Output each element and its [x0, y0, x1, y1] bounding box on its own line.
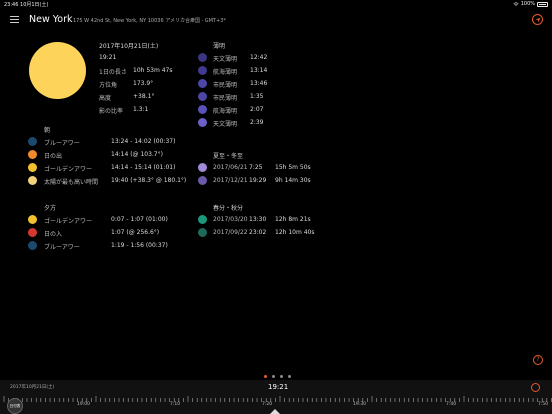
equinox-duration: 12h 10m 40s: [275, 229, 315, 236]
morning-dot: [28, 137, 37, 146]
morning-value: 19:40 (+38.3° @ 180.1°): [111, 177, 187, 184]
evening-label: 日の入: [44, 231, 63, 238]
morning-dot: [28, 176, 37, 185]
nav-bar: New York 175 W 42nd St, New York, NY 100…: [0, 8, 552, 32]
morning-value: 14:14 - 15:14 (01:01): [111, 164, 176, 171]
equinox-date: 2017/09/22: [213, 229, 248, 236]
evening-value: 1:07 (@ 256.6°): [111, 229, 160, 236]
battery-percent: 100%: [520, 1, 535, 7]
twilight-dot: [198, 53, 207, 62]
twilight-label: 天文薄明: [213, 121, 238, 128]
twilight-title: 薄明: [213, 43, 226, 50]
page-indicator[interactable]: [264, 375, 291, 378]
sun-icon: [29, 42, 86, 99]
timeline-current-time: 19:21: [268, 383, 289, 391]
twilight-value: 13:14: [250, 67, 268, 74]
twilight-value: 2:07: [250, 106, 264, 113]
morning-label: ブルーアワー: [44, 140, 80, 147]
info-label: 影の比率: [99, 108, 124, 115]
twilight-label: 市民薄明: [213, 82, 238, 89]
solstice-dot: [198, 163, 207, 172]
evening-value: 1:19 - 1:56 (00:37): [111, 242, 168, 249]
morning-value: 14:14 (@ 103.7°): [111, 151, 163, 158]
evening-dot: [28, 241, 37, 250]
twilight-dot: [198, 118, 207, 127]
timeline-tick-label: 7:20: [262, 402, 273, 407]
timeline-date: 2017年10月21日(土): [10, 385, 55, 390]
info-value: 1.3:1: [133, 106, 149, 113]
morning-label: ゴールデンアワー: [44, 166, 93, 173]
info-value: 10h 53m 47s: [133, 67, 173, 74]
battery-icon: [537, 1, 548, 7]
evening-dot: [28, 215, 37, 224]
info-date: 2017年10月21日(土): [99, 43, 159, 50]
solstice-dot: [198, 176, 207, 185]
evening-label: ブルーアワー: [44, 244, 80, 251]
timeline-tick-label: 19:00: [77, 402, 90, 407]
info-time: 19:21: [99, 54, 117, 61]
solstice-time: 19:29: [249, 177, 267, 184]
menu-icon[interactable]: [10, 16, 19, 23]
equinox-time: 23:02: [249, 229, 267, 236]
page-dot[interactable]: [280, 375, 283, 378]
address-label[interactable]: 175 W 42nd St, New York, NY 10036 アメリカ合衆…: [73, 17, 226, 24]
twilight-label: 市民薄明: [213, 95, 238, 102]
timeline-badge[interactable]: 日付表示: [7, 398, 23, 414]
solstice-time: 7:25: [249, 164, 263, 171]
solstice-duration: 15h 5m 50s: [275, 164, 311, 171]
twilight-value: 12:42: [250, 54, 268, 61]
twilight-label: 天文薄明: [213, 56, 238, 63]
twilight-label: 航海薄明: [213, 108, 238, 115]
morning-label: 太陽が最も高い時間: [44, 179, 99, 186]
status-time: 23:46 10月1日(土): [4, 2, 49, 8]
twilight-dot: [198, 79, 207, 88]
timeline-tick-label: 7:10: [170, 402, 181, 407]
clock-icon[interactable]: [531, 383, 540, 392]
location-arrow-icon[interactable]: [532, 14, 543, 25]
solstice-duration: 9h 14m 30s: [275, 177, 311, 184]
solstice-date: 2017/06/21: [213, 164, 248, 171]
solstice-title: 夏至・冬至: [213, 153, 244, 160]
equinox-dot: [198, 228, 207, 237]
info-value: 173.9°: [133, 80, 154, 87]
twilight-value: 2:39: [250, 119, 264, 126]
twilight-dot: [198, 66, 207, 75]
morning-title: 朝: [44, 127, 51, 134]
evening-label: ゴールデンアワー: [44, 218, 93, 225]
evening-title: 夕方: [44, 205, 57, 212]
info-value: +38.1°: [133, 93, 155, 100]
morning-value: 13:24 - 14:02 (00:37): [111, 138, 176, 145]
info-label: 方位角: [99, 82, 118, 89]
timeline-tick-label: 7:50: [538, 402, 549, 407]
evening-value: 0:07 - 1:07 (01:00): [111, 216, 168, 223]
solstice-date: 2017/12/21: [213, 177, 248, 184]
equinox-dot: [198, 215, 207, 224]
timeline-marker: [270, 409, 280, 414]
page-dot[interactable]: [272, 375, 275, 378]
wifi-icon: [513, 1, 519, 6]
equinox-title: 春分・秋分: [213, 205, 244, 212]
twilight-dot: [198, 92, 207, 101]
city-title[interactable]: New York: [29, 14, 73, 25]
info-label: 高度: [99, 95, 112, 102]
morning-dot: [28, 150, 37, 159]
page-dot[interactable]: [288, 375, 291, 378]
page-dot[interactable]: [264, 375, 267, 378]
equinox-date: 2017/03/20: [213, 216, 248, 223]
equinox-duration: 12h 8m 21s: [275, 216, 311, 223]
morning-dot: [28, 163, 37, 172]
twilight-label: 航海薄明: [213, 69, 238, 76]
timeline-tick-label: 7:40: [446, 402, 457, 407]
twilight-dot: [198, 105, 207, 114]
twilight-value: 13:46: [250, 80, 268, 87]
morning-label: 日の出: [44, 153, 63, 160]
info-icon[interactable]: ?: [533, 355, 543, 365]
status-bar: 23:46 10月1日(土) 100%: [0, 0, 552, 8]
evening-dot: [28, 228, 37, 237]
equinox-time: 13:30: [249, 216, 267, 223]
twilight-value: 1:35: [250, 93, 264, 100]
timeline-tick-label: 19:30: [353, 402, 366, 407]
info-label: 1日の長さ: [99, 69, 127, 76]
